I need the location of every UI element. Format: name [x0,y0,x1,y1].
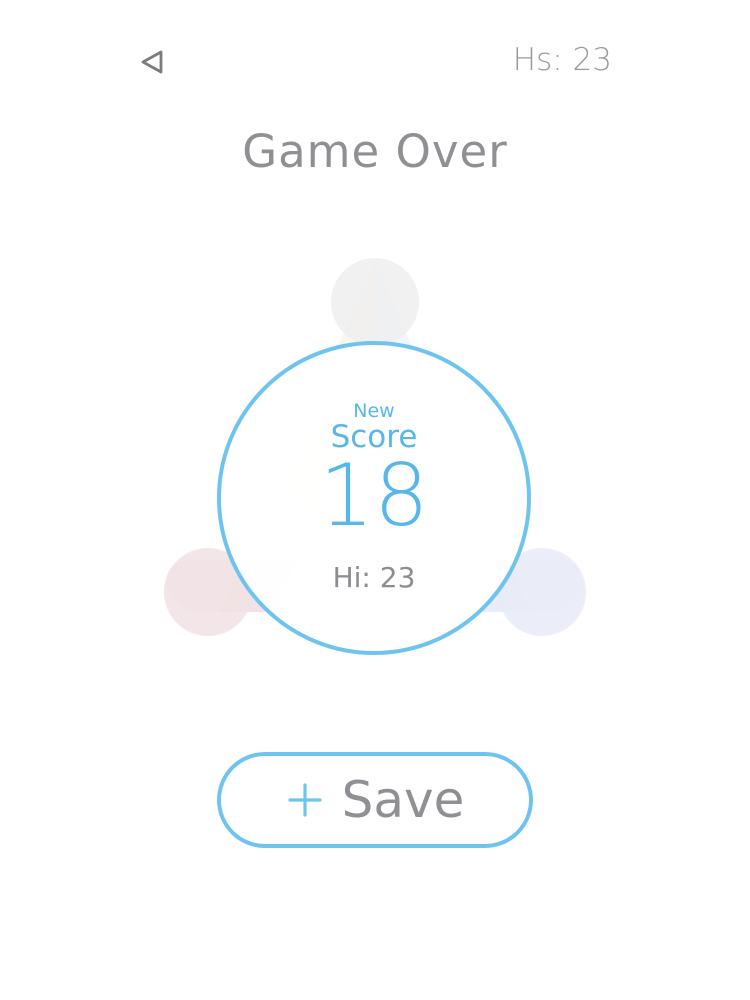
high-score-label: Hs: 23 [512,42,612,78]
save-label: Save [341,771,465,829]
top-corner-dot [331,258,419,346]
page-title: Game Over [242,125,508,178]
back-button[interactable] [126,36,178,88]
back-triangle-icon [141,50,163,74]
save-button[interactable]: Save [217,752,533,848]
top-bar: Hs: 23 [0,0,750,120]
score-value: 18 [319,446,429,546]
hi-score-text: Hi: 23 [332,561,416,594]
score-circle: New Score 18 Hi: 23 [217,341,531,655]
plus-icon [288,783,322,817]
